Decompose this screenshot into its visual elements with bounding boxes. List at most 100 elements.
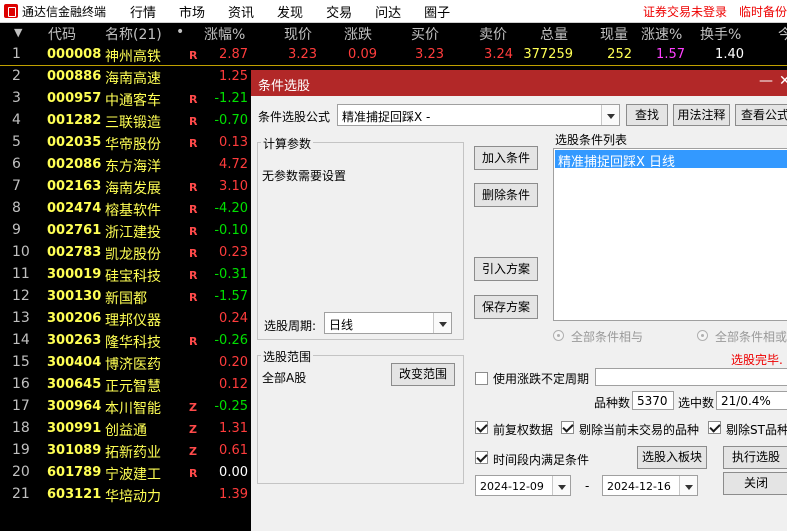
- margin-flag-badge: R: [189, 49, 198, 62]
- stock-code: 300019: [47, 267, 102, 282]
- radio-or[interactable]: [697, 330, 708, 341]
- chevron-down-icon[interactable]: [552, 476, 570, 495]
- stock-code: 001282: [47, 113, 102, 128]
- row-index: 8: [12, 200, 21, 216]
- usage-notes-button[interactable]: 用法注释: [673, 104, 730, 126]
- change-range-button[interactable]: 改变范围: [391, 363, 455, 386]
- col-today[interactable]: 今: [778, 24, 787, 44]
- margin-flag-badge: R: [189, 291, 198, 304]
- forward-adjust-label: 前复权数据: [493, 423, 554, 437]
- add-to-board-button[interactable]: 选股入板块: [637, 446, 707, 469]
- close-button[interactable]: 关闭: [723, 472, 787, 495]
- limit-period-input[interactable]: [595, 368, 787, 386]
- change-percent: -1.21: [214, 91, 248, 106]
- stock-code: 000008: [47, 47, 102, 62]
- col-price[interactable]: 现价: [284, 24, 312, 44]
- chevron-down-icon[interactable]: [433, 313, 451, 333]
- stock-code: 300130: [47, 289, 102, 304]
- chevron-down-icon[interactable]: [679, 476, 697, 495]
- status-done-text: 选股完毕.: [731, 353, 783, 367]
- col-name[interactable]: 名称(21): [105, 24, 162, 44]
- cell-speed: 1.57: [656, 47, 685, 62]
- row-index: 3: [12, 90, 21, 106]
- col-bid[interactable]: 买价: [411, 24, 439, 44]
- menu-market[interactable]: 市场: [179, 2, 205, 21]
- menu-quotes[interactable]: 行情: [130, 2, 156, 21]
- condition-item-label: 精准捕捉回踩X 日线: [558, 155, 676, 170]
- menubar: 通达信金融终端 行情 市场 资讯 发现 交易 问达 圈子 证券交易未登录 临时备份: [0, 0, 787, 23]
- period-label: 选股周期:: [264, 319, 317, 333]
- row-index: 5: [12, 134, 21, 150]
- stock-code: 603121: [47, 487, 102, 502]
- menu-trade[interactable]: 交易: [326, 2, 352, 21]
- stock-name: 理邦仪器: [105, 313, 161, 329]
- close-icon[interactable]: ✕: [779, 73, 787, 89]
- margin-flag-badge: Z: [189, 445, 197, 458]
- exclude-unlisted-checkbox[interactable]: [561, 421, 574, 434]
- stock-code: 000957: [47, 91, 102, 106]
- col-turnover[interactable]: 换手%: [700, 24, 741, 44]
- condition-listbox[interactable]: 精准捕捉回踩X 日线: [553, 148, 787, 321]
- exclude-st-checkbox[interactable]: [708, 421, 721, 434]
- time-range-label: 时间段内满足条件: [493, 453, 590, 467]
- stock-name: 拓新药业: [105, 445, 161, 461]
- add-condition-button[interactable]: 加入条件: [474, 146, 538, 170]
- stock-name: 新国都: [105, 291, 147, 307]
- stock-name: 博济医药: [105, 357, 161, 373]
- range-value: 全部A股: [262, 371, 307, 385]
- delete-condition-button[interactable]: 删除条件: [474, 183, 538, 207]
- stock-screener-dialog: 条件选股 — ✕ 条件选股公式 精准捕捉回踩X - 查找 用法注释 查看公式 计…: [251, 70, 787, 531]
- table-row[interactable]: 1 000008 神州高铁 R 2.87 3.23 0.09 3.23 3.24 377259 25…: [0, 44, 787, 66]
- row-index: 6: [12, 156, 21, 172]
- view-formula-button[interactable]: 查看公式: [735, 104, 787, 126]
- save-plan-button[interactable]: 保存方案: [474, 295, 538, 319]
- date-from-picker[interactable]: 2024-12-09: [475, 475, 571, 496]
- menu-news[interactable]: 资讯: [228, 2, 254, 21]
- time-range-checkbox[interactable]: [475, 451, 488, 464]
- col-dot[interactable]: •: [176, 24, 184, 40]
- radio-and[interactable]: [553, 330, 564, 341]
- params-title: 计算参数: [261, 135, 314, 152]
- execute-screening-button[interactable]: 执行选股: [723, 446, 787, 469]
- find-button[interactable]: 查找: [626, 104, 668, 126]
- stock-name: 宁波建工: [105, 467, 161, 483]
- range-title: 选股范围: [261, 348, 314, 365]
- row-index: 2: [12, 68, 21, 84]
- import-plan-button[interactable]: 引入方案: [474, 257, 538, 281]
- menu-circle[interactable]: 圈子: [424, 2, 450, 21]
- formula-select[interactable]: 精准捕捉回踩X -: [337, 104, 620, 126]
- change-percent: -0.31: [214, 267, 248, 282]
- col-ask[interactable]: 卖价: [479, 24, 507, 44]
- row-index: 11: [12, 266, 30, 282]
- col-change-pct[interactable]: 涨幅%: [204, 24, 245, 44]
- menu-discover[interactable]: 发现: [277, 2, 303, 21]
- col-code[interactable]: 代码: [48, 24, 76, 44]
- change-percent: 0.24: [219, 311, 248, 326]
- use-limit-checkbox[interactable]: [475, 372, 488, 385]
- stock-name: 华帝股份: [105, 137, 161, 153]
- col-volume[interactable]: 总量: [540, 24, 568, 44]
- condition-item[interactable]: 精准捕捉回踩X 日线: [555, 150, 787, 170]
- row-index: 21: [12, 486, 30, 502]
- sort-arrow-icon[interactable]: ▼: [14, 26, 22, 39]
- col-speed[interactable]: 涨速%: [641, 24, 682, 44]
- login-status[interactable]: 证券交易未登录: [643, 5, 727, 19]
- date-to-picker[interactable]: 2024-12-16: [602, 475, 698, 496]
- period-select[interactable]: 日线: [324, 312, 452, 334]
- stock-code: 002761: [47, 223, 102, 238]
- col-change[interactable]: 涨跌: [344, 24, 372, 44]
- change-percent: 0.12: [219, 377, 248, 392]
- col-cur-volume[interactable]: 现量: [600, 24, 628, 44]
- change-percent: -0.70: [214, 113, 248, 128]
- dialog-title: 条件选股: [258, 79, 311, 94]
- chevron-down-icon[interactable]: [601, 105, 619, 125]
- dialog-titlebar[interactable]: 条件选股 — ✕: [251, 70, 787, 96]
- menu-wenda[interactable]: 问达: [375, 2, 401, 21]
- minimize-icon[interactable]: —: [759, 73, 773, 89]
- margin-flag-badge: R: [189, 335, 198, 348]
- selected-value: 21/0.4%: [721, 394, 771, 408]
- stock-name: 中通客车: [105, 93, 161, 109]
- forward-adjust-checkbox[interactable]: [475, 421, 488, 434]
- cell-volume: 377259: [523, 47, 573, 62]
- temp-backup-status[interactable]: 临时备份: [739, 5, 787, 19]
